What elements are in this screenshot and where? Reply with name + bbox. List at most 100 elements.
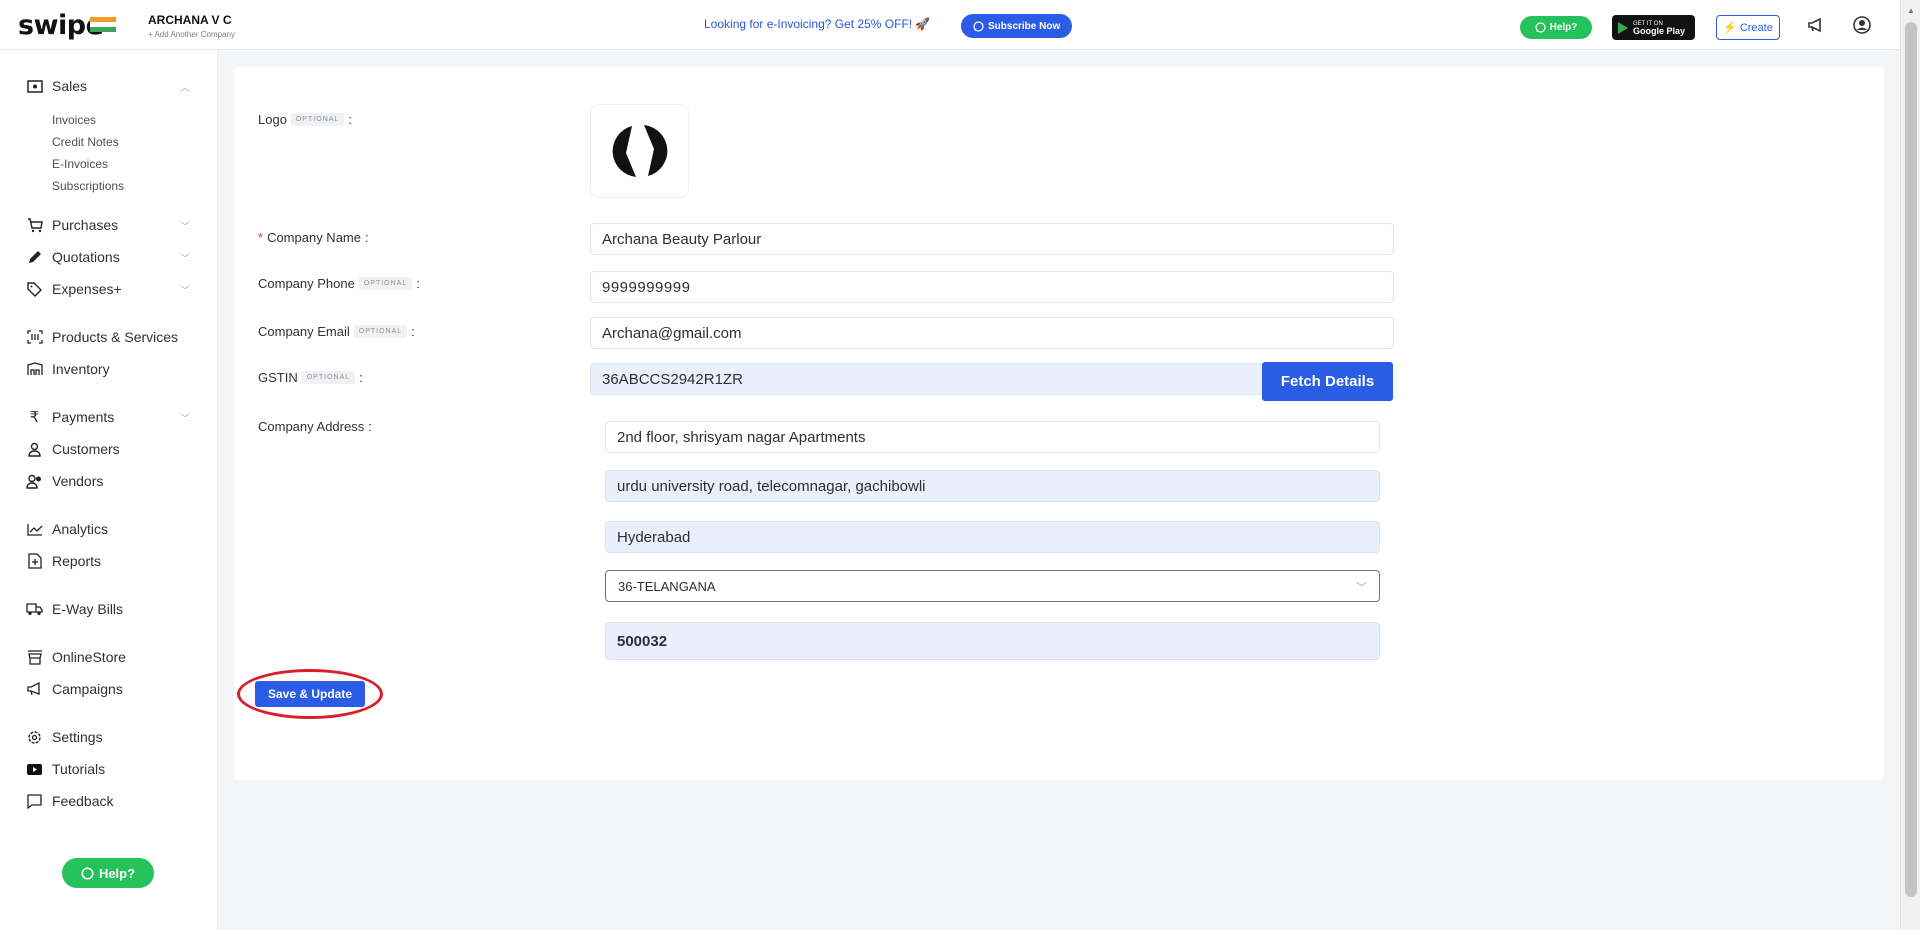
sidebar-item-label: Expenses+	[52, 281, 122, 297]
required-asterisk: *	[258, 230, 264, 245]
chevron-down-icon: ﹀	[180, 413, 190, 425]
help-label: Help?	[1549, 22, 1578, 33]
sidebar-item-inventory[interactable]: Inventory	[0, 358, 218, 380]
sidebar-item-label: Quotations	[52, 249, 120, 265]
state-select[interactable]: 36-TELANGANA ﹀	[605, 570, 1380, 602]
sidebar-item-reports[interactable]: Reports	[0, 550, 218, 572]
company-phone-input[interactable]: 9999999999	[590, 271, 1394, 303]
address-line1-input[interactable]: 2nd floor, shrisyam nagar Apartments	[605, 421, 1380, 453]
sidebar-item-label: Feedback	[52, 793, 114, 809]
chevron-up-icon: ︿	[180, 82, 190, 94]
sidebar-item-expenses[interactable]: Expenses+ ﹀	[0, 278, 218, 300]
gstin-label: GSTIN OPTIONAL :	[258, 370, 363, 385]
subscribe-button[interactable]: Subscribe Now	[961, 14, 1073, 38]
user-icon	[26, 441, 43, 458]
pincode-input[interactable]: 500032	[605, 622, 1380, 660]
sidebar-item-label: Customers	[52, 441, 120, 457]
sidebar-item-label: OnlineStore	[52, 649, 126, 665]
cash-icon	[26, 78, 43, 95]
optional-tag: OPTIONAL	[290, 113, 345, 126]
sidebar-item-feedback[interactable]: Feedback	[0, 790, 218, 812]
cart-icon	[26, 217, 43, 234]
sidebar-item-quotations[interactable]: Quotations ﹀	[0, 246, 218, 268]
rupee-icon: ₹	[29, 409, 40, 426]
create-label: Create	[1739, 21, 1773, 34]
sidebar-item-vendors[interactable]: Vendors	[0, 470, 218, 492]
sidebar-item-label: Payments	[52, 409, 115, 425]
scroll-up-icon[interactable]: ▲	[1907, 6, 1915, 15]
sidebar-item-eway-bills[interactable]: E-Way Bills	[0, 598, 218, 620]
sidebar-item-label: Purchases	[52, 217, 119, 233]
chevron-down-icon: ﹀	[180, 221, 190, 233]
store-icon	[26, 649, 43, 666]
chevron-down-icon: ﹀	[180, 285, 190, 297]
company-name: ARCHANA V C	[148, 13, 232, 27]
logo-label: Logo OPTIONAL :	[258, 112, 352, 127]
add-company-link[interactable]: + Add Another Company	[148, 30, 235, 39]
sidebar-item-label: Settings	[52, 729, 103, 745]
sidebar-item-tutorials[interactable]: Tutorials	[0, 758, 218, 780]
lightning-icon: ⚡	[1723, 22, 1737, 34]
whatsapp-icon	[973, 20, 984, 32]
sidebar-item-settings[interactable]: Settings	[0, 726, 218, 748]
tag-icon	[26, 281, 43, 298]
sidebar-item-label: Vendors	[52, 473, 104, 489]
page-scrollbar[interactable]: ▲	[1900, 0, 1920, 930]
megaphone-icon[interactable]	[1806, 15, 1826, 35]
sidebar-item-label: Sales	[52, 78, 88, 94]
scrollbar-thumb[interactable]	[1905, 22, 1917, 897]
company-name-label: * Company Name:	[258, 230, 369, 245]
sidebar-item-products[interactable]: Products & Services	[0, 326, 218, 348]
help-button-top[interactable]: Help?	[1520, 16, 1592, 39]
gstin-input[interactable]: 36ABCCS2942R1ZR	[590, 363, 1270, 395]
chart-icon	[26, 521, 43, 538]
sidebar-subitem-credit-notes[interactable]: Credit Notes	[52, 135, 119, 149]
help-button-sidebar[interactable]: Help?	[62, 858, 154, 888]
report-icon	[26, 553, 43, 570]
company-email-input[interactable]: Archana@gmail.com	[590, 317, 1394, 349]
sidebar-item-label: Products & Services	[52, 329, 179, 345]
company-switcher[interactable]: ARCHANA V C + Add Another Company	[148, 13, 235, 39]
whatsapp-icon	[1535, 22, 1546, 33]
sidebar-subitem-invoices[interactable]: Invoices	[52, 113, 96, 127]
sidebar-item-onlinestore[interactable]: OnlineStore	[0, 646, 218, 668]
sidebar-item-label: Reports	[52, 553, 102, 569]
sidebar: Sales ︿ Invoices Credit Notes E-Invoices…	[0, 50, 218, 930]
state-selected-value: 36-TELANGANA	[618, 578, 716, 594]
account-icon[interactable]	[1852, 15, 1872, 35]
barcode-icon	[26, 329, 43, 346]
gplay-big-text: Google Play	[1633, 25, 1686, 36]
warehouse-icon	[26, 361, 43, 378]
sidebar-item-analytics[interactable]: Analytics	[0, 518, 218, 540]
sidebar-item-customers[interactable]: Customers	[0, 438, 218, 460]
highlight-ring	[237, 669, 383, 719]
optional-tag: OPTIONAL	[358, 277, 413, 290]
sidebar-item-sales[interactable]: Sales ︿	[0, 75, 218, 97]
company-address-label: Company Address:	[258, 419, 372, 434]
company-logo-image	[612, 125, 667, 177]
users-icon	[26, 473, 43, 490]
sidebar-item-payments[interactable]: ₹ Payments ﹀	[0, 406, 218, 428]
google-play-button[interactable]: GET IT ON Google Play	[1612, 15, 1695, 40]
sidebar-subitem-subscriptions[interactable]: Subscriptions	[52, 179, 124, 193]
optional-tag: OPTIONAL	[353, 325, 408, 338]
truck-icon	[26, 601, 43, 618]
company-logo-upload[interactable]	[591, 105, 688, 197]
top-bar: swipe ARCHANA V C + Add Another Company …	[0, 0, 1900, 50]
fetch-details-button[interactable]: Fetch Details	[1262, 362, 1393, 401]
sidebar-item-label: Campaigns	[52, 681, 123, 697]
company-name-input[interactable]: Archana Beauty Parlour	[590, 223, 1394, 255]
promo-text: Looking for e-Invoicing? Get 25% OFF! 🚀	[704, 17, 931, 31]
whatsapp-icon	[81, 866, 94, 880]
comment-icon	[26, 793, 43, 810]
optional-tag: OPTIONAL	[301, 371, 356, 384]
create-button[interactable]: ⚡ Create	[1716, 15, 1780, 40]
india-flag-icon	[90, 17, 116, 33]
sidebar-subitem-e-invoices[interactable]: E-Invoices	[52, 157, 108, 171]
city-input[interactable]: Hyderabad	[605, 521, 1380, 553]
address-line2-input[interactable]: urdu university road, telecomnagar, gach…	[605, 470, 1380, 502]
sidebar-item-campaigns[interactable]: Campaigns	[0, 678, 218, 700]
subscribe-label: Subscribe Now	[988, 20, 1061, 32]
help-label: Help?	[98, 865, 136, 881]
sidebar-item-purchases[interactable]: Purchases ﹀	[0, 214, 218, 236]
